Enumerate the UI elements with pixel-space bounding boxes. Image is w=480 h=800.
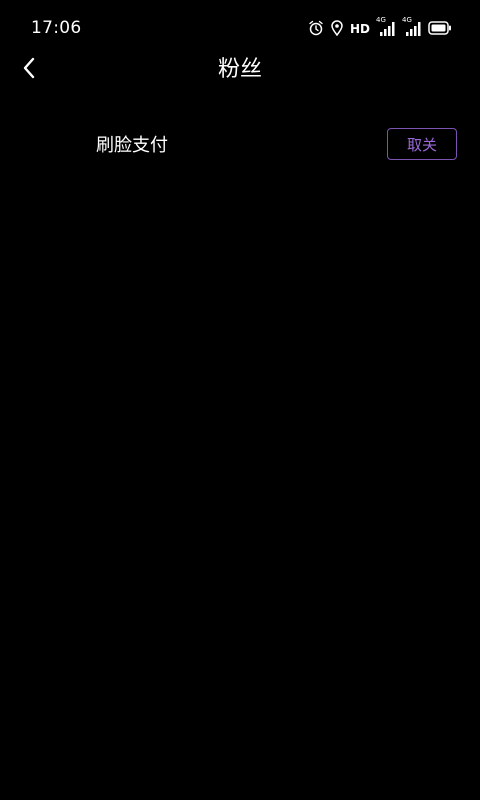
setting-label: 刷脸支付	[96, 135, 168, 156]
unfollow-button[interactable]: 取关	[387, 128, 457, 160]
status-time: 17:06	[31, 18, 82, 38]
signal-icon: 4G	[402, 16, 422, 38]
header: 粉丝	[0, 48, 480, 92]
battery-icon	[428, 21, 452, 35]
signal-icon: 4G	[376, 16, 396, 38]
network-type-label: 4G	[402, 16, 412, 24]
network-type-label: 4G	[376, 16, 386, 24]
status-icons: HD 4G 4G	[308, 16, 452, 39]
setting-row: 刷脸支付 取关	[0, 124, 480, 168]
page-title: 粉丝	[217, 57, 262, 82]
alarm-icon	[308, 20, 324, 36]
location-icon	[330, 20, 344, 36]
hd-label: HD	[349, 22, 370, 36]
